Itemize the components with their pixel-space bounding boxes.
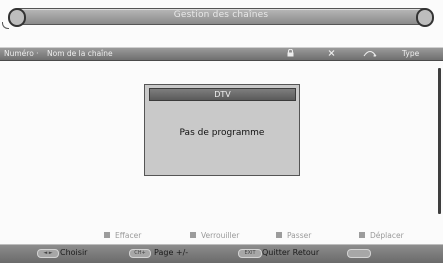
back-key-icon — [347, 249, 371, 258]
legend-delete: Effacer — [104, 231, 141, 240]
page-label: Page +/- — [154, 248, 189, 257]
header-number: Numéro · — [4, 49, 39, 58]
yellow-key-icon — [276, 232, 282, 238]
blue-key-icon — [359, 232, 365, 238]
header-channel-name: Nom de la chaîne — [47, 49, 113, 58]
legend-move: Déplacer — [359, 231, 404, 240]
legend-lock: Verrouiller — [190, 231, 239, 240]
header-type: Type — [402, 49, 420, 58]
legend-skip: Passer — [276, 231, 311, 240]
green-key-icon — [190, 232, 196, 238]
delete-x-icon — [328, 49, 335, 59]
channel-list-header: Numéro · Nom de la chaîne Type — [0, 47, 443, 61]
exit-label: Quitter Retour — [262, 248, 320, 257]
skip-icon — [363, 49, 377, 59]
lock-icon — [287, 48, 294, 59]
message-dialog: DTV Pas de programme — [144, 84, 300, 176]
window-title: Gestion des chaînes — [173, 10, 269, 20]
title-bar-right-cap — [416, 8, 434, 27]
window-title-bar: Gestion des chaînes — [8, 8, 434, 27]
frame-corner — [2, 22, 9, 29]
help-bar: ◄ ► Choisir CH+ Page +/- EXIT Quitter Re… — [0, 244, 443, 263]
dialog-title: DTV — [149, 88, 296, 101]
arrow-keys-icon: ◄ ► — [37, 249, 59, 258]
channel-key-icon: CH+ — [129, 249, 151, 258]
red-key-icon — [104, 232, 110, 238]
select-label: Choisir — [60, 248, 88, 257]
channel-list-scrollbar[interactable] — [438, 68, 441, 214]
dialog-message: Pas de programme — [179, 128, 265, 138]
exit-key-icon: EXIT — [238, 249, 262, 258]
